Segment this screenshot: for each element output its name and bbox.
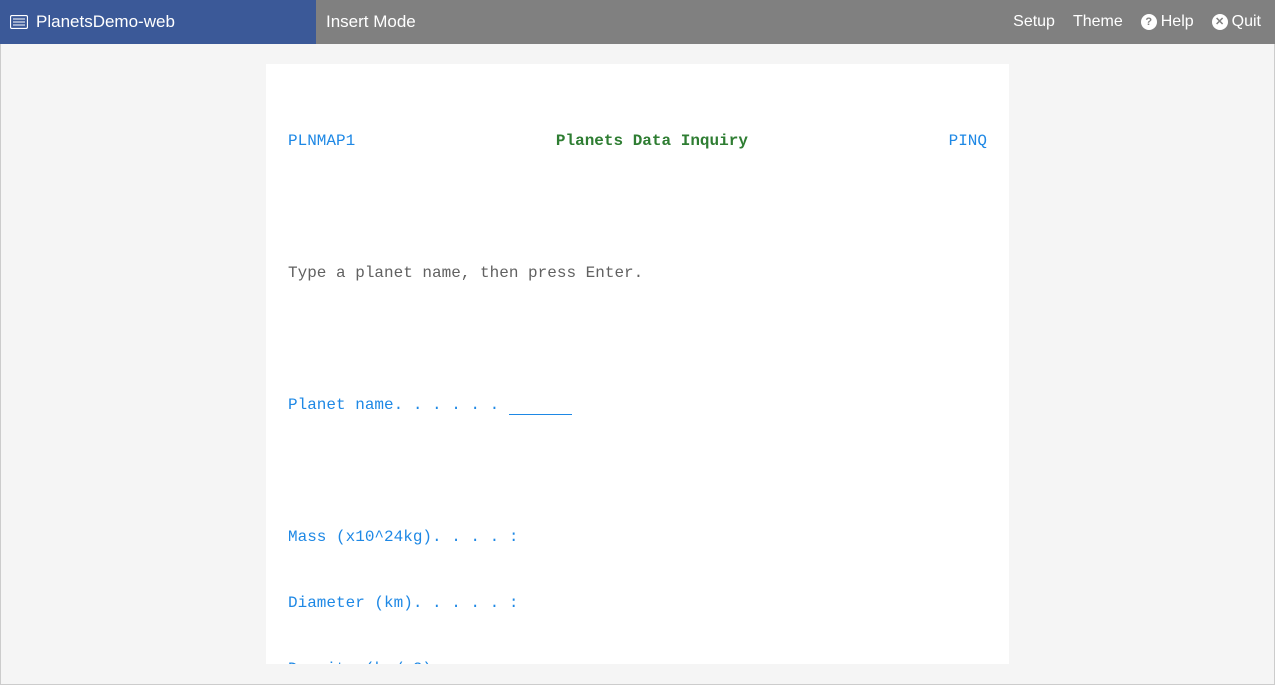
main-area: PLNMAP1 Planets Data Inquiry PINQ Type a… (0, 44, 1275, 685)
instruction-row: Type a planet name, then press Enter. (288, 262, 987, 284)
help-menu[interactable]: ? Help (1141, 13, 1194, 31)
setup-menu[interactable]: Setup (1013, 13, 1055, 31)
top-bar: PlanetsDemo-web Insert Mode Setup Theme … (0, 0, 1275, 44)
mode-indicator: Insert Mode (316, 0, 1013, 44)
planet-name-input[interactable] (509, 397, 572, 415)
app-title-block: PlanetsDemo-web (0, 0, 316, 44)
quit-label: Quit (1232, 13, 1261, 31)
field-row: Density (kg/m3). . . . : (288, 658, 987, 664)
mode-label: Insert Mode (326, 12, 416, 32)
app-title: PlanetsDemo-web (36, 12, 175, 32)
terminal-header-row: PLNMAP1 Planets Data Inquiry PINQ (288, 130, 987, 152)
theme-menu[interactable]: Theme (1073, 13, 1123, 31)
tran-id: PINQ (949, 130, 987, 152)
blank-row (288, 196, 987, 218)
terminal-screen[interactable]: PLNMAP1 Planets Data Inquiry PINQ Type a… (266, 64, 1009, 664)
help-icon: ? (1141, 14, 1157, 30)
field-row: Mass (x10^24kg). . . . : (288, 526, 987, 548)
planet-name-row: Planet name. . . . . . (288, 394, 987, 416)
planet-name-label: Planet name. . . . . . (288, 396, 509, 414)
help-label: Help (1161, 13, 1194, 31)
screen-id: PLNMAP1 (288, 130, 355, 152)
blank-row (288, 460, 987, 482)
screen-title: Planets Data Inquiry (355, 130, 948, 152)
blank-row (288, 328, 987, 350)
theme-label: Theme (1073, 13, 1123, 31)
menu-block: Setup Theme ? Help ✕ Quit (1013, 0, 1275, 44)
terminal-icon (10, 15, 28, 29)
close-icon: ✕ (1212, 14, 1228, 30)
quit-menu[interactable]: ✕ Quit (1212, 13, 1261, 31)
field-row: Diameter (km). . . . . : (288, 592, 987, 614)
setup-label: Setup (1013, 13, 1055, 31)
